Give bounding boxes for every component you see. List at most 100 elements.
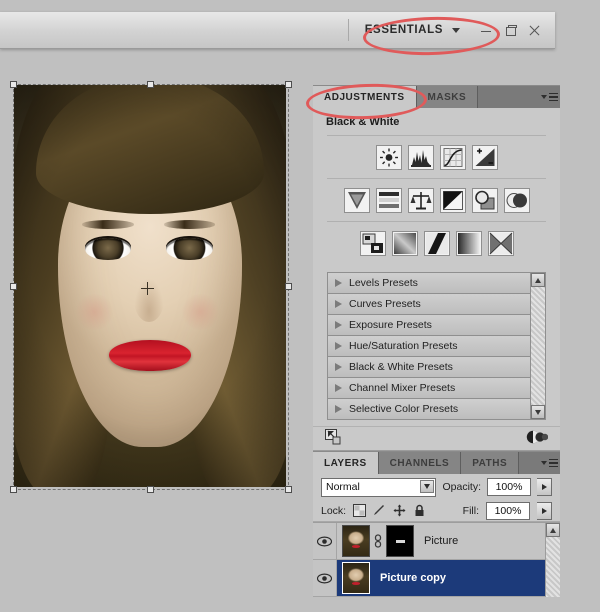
tab-masks[interactable]: MASKS <box>416 86 479 108</box>
curves-icon[interactable] <box>439 145 466 170</box>
adjustments-footer <box>313 426 560 450</box>
preset-label: Black & White Presets <box>349 361 453 373</box>
black-white-icon[interactable] <box>439 188 466 213</box>
levels-icon[interactable] <box>407 145 434 170</box>
adjustment-icons-row-1 <box>313 136 560 178</box>
layer-name: Picture <box>424 535 459 547</box>
layer-row[interactable]: Picture <box>313 523 545 560</box>
tab-paths[interactable]: PATHS <box>461 452 520 474</box>
adjustment-layer-icon[interactable] <box>526 430 549 447</box>
preset-hue-saturation[interactable]: Hue/Saturation Presets <box>328 336 530 357</box>
scroll-up-arrow-icon[interactable] <box>531 273 545 287</box>
lock-position-icon[interactable] <box>393 504 406 517</box>
adjustments-tabstrip: ADJUSTMENTS MASKS <box>313 85 560 108</box>
tabstrip-filler <box>519 452 538 474</box>
portrait-photo <box>14 85 286 487</box>
presets-list: Levels Presets Curves Presets Exposure P… <box>328 273 530 419</box>
selective-color-icon[interactable] <box>487 231 514 256</box>
tab-layers[interactable]: LAYERS <box>313 452 379 474</box>
transform-handle-middle-right[interactable] <box>285 283 292 290</box>
photo-filter-icon[interactable] <box>471 188 498 213</box>
preset-label: Channel Mixer Presets <box>349 382 456 394</box>
posterize-icon[interactable] <box>391 231 418 256</box>
opacity-input[interactable]: 100% <box>487 478 531 496</box>
application-bar: ESSENTIALS <box>0 12 555 49</box>
clip-to-layer-icon[interactable] <box>325 429 342 448</box>
fill-input[interactable]: 100% <box>486 501 530 520</box>
disclosure-triangle-icon <box>335 279 342 287</box>
preset-label: Hue/Saturation Presets <box>349 340 458 352</box>
transform-handle-bottom-left[interactable] <box>10 486 17 493</box>
eye-icon[interactable] <box>313 523 337 559</box>
link-icon[interactable] <box>373 534 383 548</box>
layers-scrollbar[interactable] <box>545 523 560 597</box>
adjustments-title: Black & White <box>326 116 400 128</box>
workspace-label: ESSENTIALS <box>364 24 443 36</box>
preset-exposure[interactable]: Exposure Presets <box>328 315 530 336</box>
preset-curves[interactable]: Curves Presets <box>328 294 530 315</box>
opacity-stepper[interactable] <box>537 478 552 496</box>
disclosure-triangle-icon <box>335 342 342 350</box>
layer-options-row: Normal Opacity: 100% <box>313 474 560 500</box>
vibrance-icon[interactable] <box>343 188 370 213</box>
preset-black-white[interactable]: Black & White Presets <box>328 357 530 378</box>
chevron-down-icon[interactable] <box>420 479 435 493</box>
panel-menu-icon[interactable] <box>538 86 560 108</box>
preset-label: Selective Color Presets <box>349 403 459 415</box>
lock-all-icon[interactable] <box>413 504 426 517</box>
gradient-map-icon[interactable] <box>455 231 482 256</box>
minimize-icon[interactable] <box>480 24 493 37</box>
preset-label: Levels Presets <box>349 277 418 289</box>
adjustment-icons-row-2 <box>313 179 560 221</box>
workspace-switcher[interactable]: ESSENTIALS <box>359 22 466 38</box>
layer-thumbnail[interactable] <box>342 562 370 594</box>
disclosure-triangle-icon <box>335 300 342 308</box>
eye-icon[interactable] <box>313 560 337 596</box>
lock-row: Lock: Fill: 100% <box>313 500 560 522</box>
invert-icon[interactable] <box>359 231 386 256</box>
channel-mixer-icon[interactable] <box>503 188 530 213</box>
preset-levels[interactable]: Levels Presets <box>328 273 530 294</box>
panel-menu-icon[interactable] <box>538 452 560 474</box>
hue-saturation-icon[interactable] <box>375 188 402 213</box>
layer-name: Picture copy <box>380 572 447 584</box>
restore-icon[interactable] <box>504 24 517 37</box>
layer-mask-thumbnail[interactable] <box>386 525 414 557</box>
caret-down-icon <box>452 27 460 33</box>
adjustments-panel: Black & White Levels Presets Curves Pres… <box>313 108 560 451</box>
panel-dock: ADJUSTMENTS MASKS Black & White Levels P… <box>313 85 560 597</box>
preset-selective-color[interactable]: Selective Color Presets <box>328 399 530 419</box>
tab-adjustments[interactable]: ADJUSTMENTS <box>313 86 417 108</box>
document-canvas[interactable] <box>14 85 286 487</box>
preset-label: Exposure Presets <box>349 319 432 331</box>
close-icon[interactable] <box>528 24 541 37</box>
scroll-down-arrow-icon[interactable] <box>531 405 545 419</box>
transform-handle-top-right[interactable] <box>285 81 292 88</box>
layer-row[interactable]: Picture copy <box>313 560 545 597</box>
threshold-icon[interactable] <box>423 231 450 256</box>
transform-handle-bottom-right[interactable] <box>285 486 292 493</box>
opacity-label: Opacity: <box>442 481 481 493</box>
transform-handle-bottom-center[interactable] <box>147 486 154 493</box>
fill-stepper[interactable] <box>537 501 552 520</box>
lock-image-pixels-icon[interactable] <box>373 504 386 517</box>
disclosure-triangle-icon <box>335 363 342 371</box>
blend-mode-select[interactable]: Normal <box>321 477 437 497</box>
exposure-icon[interactable] <box>471 145 498 170</box>
lock-transparent-pixels-icon[interactable] <box>353 504 367 517</box>
tab-channels[interactable]: CHANNELS <box>378 452 462 474</box>
preset-channel-mixer[interactable]: Channel Mixer Presets <box>328 378 530 399</box>
layers-list: Picture Picture copy <box>313 522 560 597</box>
adjustment-icons-row-3 <box>313 222 560 264</box>
scroll-up-arrow-icon[interactable] <box>546 523 560 537</box>
disclosure-triangle-icon <box>335 384 342 392</box>
presets-scrollbar[interactable] <box>530 273 545 419</box>
brightness-contrast-icon[interactable] <box>375 145 402 170</box>
disclosure-triangle-icon <box>335 321 342 329</box>
color-balance-icon[interactable] <box>407 188 434 213</box>
appbar-divider <box>347 19 349 41</box>
presets-list-container: Levels Presets Curves Presets Exposure P… <box>327 272 546 420</box>
fill-label: Fill: <box>462 504 479 517</box>
layer-thumbnail[interactable] <box>342 525 370 557</box>
blend-mode-value: Normal <box>326 481 360 493</box>
